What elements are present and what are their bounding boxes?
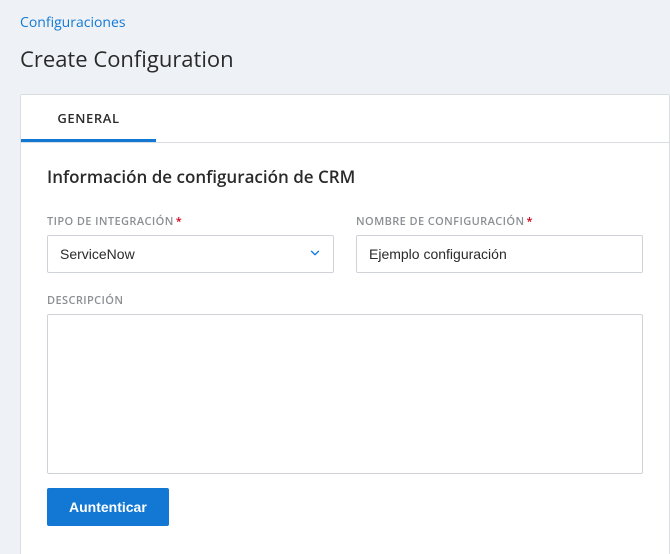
config-panel: GENERAL Información de configuración de …: [20, 94, 670, 554]
field-description: DESCRIPCIÓN: [47, 293, 643, 474]
page-title: Create Configuration: [20, 44, 670, 74]
textarea-description[interactable]: [47, 314, 643, 474]
select-integration-type[interactable]: [47, 235, 334, 273]
label-config-name: NOMBRE DE CONFIGURACIÓN*: [356, 214, 643, 229]
section-title: Información de configuración de CRM: [47, 165, 643, 188]
breadcrumb-configurations[interactable]: Configuraciones: [20, 13, 126, 32]
field-integration-type: TIPO DE INTEGRACIÓN*: [47, 214, 334, 273]
required-mark: *: [526, 214, 532, 229]
label-description: DESCRIPCIÓN: [47, 293, 643, 308]
input-config-name[interactable]: [356, 235, 643, 273]
tab-content: Información de configuración de CRM TIPO…: [21, 143, 669, 548]
select-integration-type-wrap: [47, 235, 334, 273]
label-integration-type: TIPO DE INTEGRACIÓN*: [47, 214, 334, 229]
tab-bar: GENERAL: [21, 95, 669, 143]
tab-general[interactable]: GENERAL: [21, 95, 156, 142]
authenticate-button[interactable]: Auntenticar: [47, 488, 169, 526]
label-config-name-text: NOMBRE DE CONFIGURACIÓN: [356, 214, 524, 229]
label-integration-type-text: TIPO DE INTEGRACIÓN: [47, 214, 174, 229]
required-mark: *: [176, 214, 182, 229]
field-config-name: NOMBRE DE CONFIGURACIÓN*: [356, 214, 643, 273]
